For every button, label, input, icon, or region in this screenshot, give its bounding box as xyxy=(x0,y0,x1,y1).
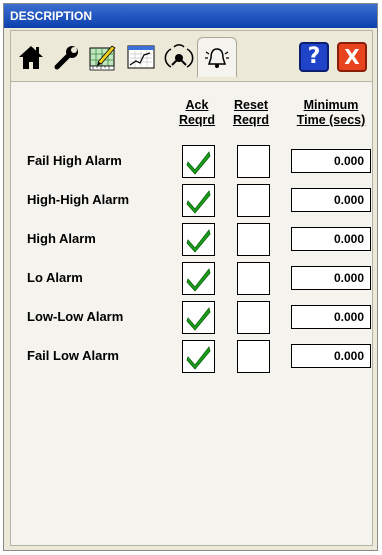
minimum-time-input[interactable]: 0.000 xyxy=(291,266,371,290)
reset-required-checkbox[interactable] xyxy=(237,340,270,373)
reset-required-checkbox[interactable] xyxy=(237,223,270,256)
reset-header-line1: Reset xyxy=(233,98,269,112)
window-title: DESCRIPTION xyxy=(4,4,377,28)
alarm-row-label: Fail Low Alarm xyxy=(27,348,119,363)
reset-required-checkbox[interactable] xyxy=(237,184,270,217)
ack-required-checkbox[interactable] xyxy=(182,184,215,217)
help-icon: ? xyxy=(299,42,329,72)
ack-required-checkbox[interactable] xyxy=(182,262,215,295)
min-time-header-line2: Time (secs) xyxy=(296,113,366,127)
alarm-panel: Ack Reqrd Reset Reqrd Minimum Time (secs… xyxy=(10,82,373,546)
ack-header-line2: Reqrd xyxy=(178,113,216,127)
alarm-row-label: Fail High Alarm xyxy=(27,153,122,168)
reset-column-header: Reset Reqrd xyxy=(229,98,273,128)
alarm-bell-icon[interactable] xyxy=(197,37,237,77)
alarm-row-label: High-High Alarm xyxy=(27,192,130,207)
close-icon: X xyxy=(337,42,367,72)
help-button[interactable]: ? xyxy=(297,40,331,74)
ack-header-line1: Ack xyxy=(185,98,209,112)
trend-icon[interactable] xyxy=(125,41,157,73)
wrench-icon[interactable] xyxy=(51,41,83,73)
reset-required-checkbox[interactable] xyxy=(237,262,270,295)
checkmark-icon xyxy=(186,346,211,370)
toolbar: ? X xyxy=(10,30,373,82)
minimum-time-input[interactable]: 0.000 xyxy=(291,344,371,368)
checkmark-icon xyxy=(186,307,211,331)
minimum-time-input[interactable]: 0.000 xyxy=(291,305,371,329)
chart-edit-icon[interactable] xyxy=(87,41,119,73)
satellite-icon[interactable] xyxy=(163,41,195,73)
ack-required-checkbox[interactable] xyxy=(182,340,215,373)
reset-header-line2: Reqrd xyxy=(232,113,270,127)
ack-required-checkbox[interactable] xyxy=(182,145,215,178)
checkmark-icon xyxy=(186,268,211,292)
ack-required-checkbox[interactable] xyxy=(182,301,215,334)
checkmark-icon xyxy=(186,229,211,253)
alarm-row-label: Lo Alarm xyxy=(27,270,83,285)
checkmark-icon xyxy=(186,151,211,175)
min-time-header-line1: Minimum xyxy=(303,98,359,112)
ack-column-header: Ack Reqrd xyxy=(177,98,217,128)
close-button[interactable]: X xyxy=(335,40,369,74)
min-time-column-header: Minimum Time (secs) xyxy=(289,98,373,128)
ack-required-checkbox[interactable] xyxy=(182,223,215,256)
checkmark-icon xyxy=(186,190,211,214)
reset-required-checkbox[interactable] xyxy=(237,145,270,178)
minimum-time-input[interactable]: 0.000 xyxy=(291,188,371,212)
home-icon[interactable] xyxy=(15,41,47,73)
alarm-row-label: High Alarm xyxy=(27,231,96,246)
alarm-settings-window: DESCRIPTION ? X Ack Reqrd Reset Reqrd Mi… xyxy=(3,3,378,551)
alarm-row-label: Low-Low Alarm xyxy=(27,309,124,324)
reset-required-checkbox[interactable] xyxy=(237,301,270,334)
minimum-time-input[interactable]: 0.000 xyxy=(291,149,371,173)
minimum-time-input[interactable]: 0.000 xyxy=(291,227,371,251)
